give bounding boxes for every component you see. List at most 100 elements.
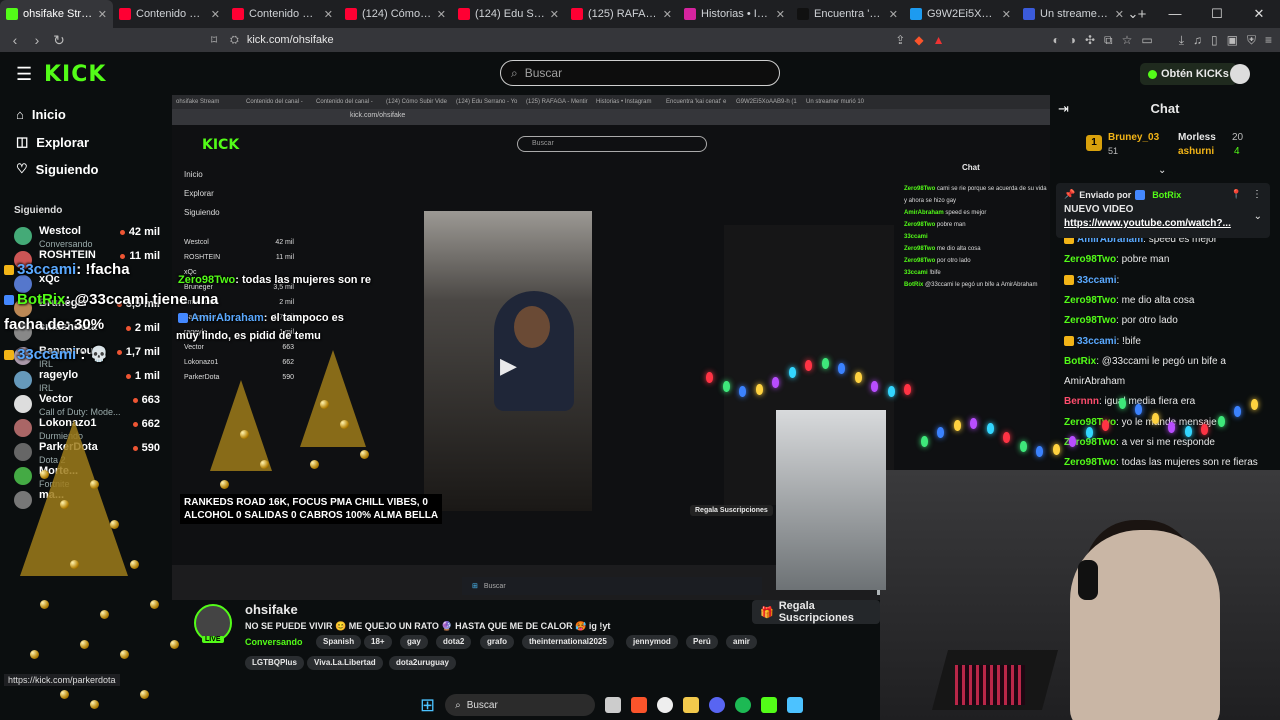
obs-icon[interactable] [657,697,674,713]
stream-tag[interactable]: Spanish [316,635,362,649]
browser-tab[interactable]: ohsifake Stream ✕ [0,0,113,28]
windows-start-icon[interactable]: ⊞ [420,695,435,716]
leader-3-name[interactable]: ashurni [1178,146,1214,157]
close-tab-icon[interactable]: ✕ [324,8,333,21]
spotify-icon[interactable] [735,697,752,713]
chat-message[interactable]: AmirAbraham [1064,376,1274,387]
gift-subs-button[interactable]: 🎁 Regala Suscripciones [752,600,880,624]
chat-username[interactable]: 33ccami [1077,336,1116,347]
browser-tab[interactable]: (124) Cómo Subir Vide ✕ [339,0,452,28]
pinned-link[interactable]: https://www.youtube.com/watch?... [1064,218,1262,229]
close-tab-icon[interactable]: ✕ [211,8,220,21]
chat-message[interactable]: Zero98Two: todas las mujeres son re fier… [1064,457,1274,468]
browser-tab[interactable]: Historias • Instagram ✕ [678,0,791,28]
brave-shield-icon[interactable]: ◆ [914,33,923,47]
close-tab-icon[interactable]: ✕ [437,8,446,21]
chat-message[interactable]: Bernnn: igual media fiera era [1064,396,1274,407]
expand-pinned-icon[interactable]: ⌄ [1254,211,1262,222]
stream-tag[interactable]: dota2uruguay [389,656,456,670]
browser-tab[interactable]: Encuentra 'kai cenat' e ✕ [791,0,904,28]
stream-tag[interactable]: gay [400,635,428,649]
leader-1-name[interactable]: Bruney_03 [1108,132,1159,143]
minimize-button[interactable]: — [1154,0,1196,28]
stream-tag[interactable]: 18+ [364,635,392,649]
chat-username[interactable]: Zero98Two [1064,457,1116,468]
stream-tag[interactable]: theinternational2025 [522,635,614,649]
download-icon[interactable]: ⤓ [1179,33,1184,48]
close-tab-icon[interactable]: ✕ [889,8,898,21]
browser-tab[interactable]: (124) Edu Serrano - Yo ✕ [452,0,565,28]
site-info-icon[interactable]: ⛭ [230,34,239,47]
stream-tag[interactable]: Viva.La.Libertad [307,656,383,670]
share-icon[interactable]: ⇪ [895,33,905,47]
chat-message[interactable]: Zero98Two: por otro lado [1064,315,1274,326]
chat-username[interactable]: Bernnn [1064,396,1099,407]
wallet-icon[interactable]: ▣ [1227,33,1238,47]
chevron-down-icon[interactable]: ⌄ [1158,165,1166,176]
browser-tab[interactable]: (125) RAFAGA - Mentir ✕ [565,0,678,28]
taskbar-search[interactable]: ⌕ Buscar [445,694,596,716]
screen-icon[interactable]: ▭ [1141,33,1152,47]
close-tab-icon[interactable]: ✕ [98,8,107,21]
browser-tab[interactable]: G9W2Ei5XoAAB9-h (1 ✕ [904,0,1017,28]
translate-icon[interactable]: ◑ [1069,33,1076,47]
brave-icon[interactable] [631,697,648,713]
rewards-icon[interactable]: ▲ [933,33,945,47]
chat-message[interactable]: Zero98Two: me dio alta cosa [1064,295,1274,306]
hamburger-menu-icon[interactable]: ☰ [16,64,32,85]
stream-tag[interactable]: dota2 [436,635,472,649]
channel-name[interactable]: ohsifake [245,602,298,617]
close-tab-icon[interactable]: ✕ [1002,8,1011,21]
close-tab-icon[interactable]: ✕ [550,8,559,21]
forward-button[interactable]: › [26,32,48,48]
nav-inicio[interactable]: ⌂ Inicio [16,107,66,122]
unpin-icon[interactable]: 📍 [1231,189,1242,200]
stream-tag[interactable]: Perú [686,635,718,649]
search-input[interactable]: ⌕ Buscar [500,60,780,86]
maximize-button[interactable]: ☐ [1196,0,1238,28]
kick-app-icon[interactable] [761,697,778,713]
chat-username[interactable]: Zero98Two [1064,295,1116,306]
vpn-icon[interactable]: ⛨ [1247,33,1256,48]
stream-tag[interactable]: LGTBQPlus [245,656,304,670]
chat-username[interactable]: Zero98Two [1064,315,1116,326]
browser-tab[interactable]: Contenido del canal - ✕ [113,0,226,28]
sidebar-icon[interactable]: ▯ [1211,33,1218,47]
menu-icon[interactable]: ≡ [1265,33,1272,47]
url-field[interactable]: ⛭ kick.com/ohsifake [230,30,950,50]
chat-username[interactable]: BotRix [1064,356,1096,367]
nav-siguiendo[interactable]: ♡ Siguiendo [16,161,99,177]
chat-username[interactable]: 33ccami [1077,275,1116,286]
chat-message[interactable]: 33ccami: [1064,275,1274,286]
more-options-icon[interactable]: ⋮ [1252,189,1262,200]
extension-icon[interactable]: ◐ [1052,33,1059,47]
task-view-icon[interactable] [605,697,622,713]
browser-tab[interactable]: Contenido del canal - ✕ [226,0,339,28]
back-button[interactable]: ‹ [4,32,26,48]
stream-tag[interactable]: amir [726,635,757,649]
kick-logo[interactable]: KICK [44,62,106,87]
pinned-message[interactable]: 📌 Enviado por BotRix NUEVO VIDEO https:/… [1056,183,1270,238]
discord-icon[interactable] [709,697,726,713]
chat-username[interactable]: Zero98Two [1064,254,1116,265]
notepad-icon[interactable] [787,697,804,713]
bookmark-icon[interactable]: ⌑ [211,33,217,47]
chevron-down-icon[interactable]: ⌄ [1112,0,1154,28]
chat-message[interactable]: 33ccami: !bife [1064,336,1274,347]
user-avatar[interactable] [1230,64,1250,84]
get-kicks-button[interactable]: Obtén KICKs [1140,63,1237,85]
folder-icon[interactable] [683,697,700,713]
puzzle-icon[interactable]: ✣ [1085,33,1095,47]
chat-message[interactable]: BotRix: @33ccami le pegó un bife a [1064,356,1274,367]
chat-message[interactable]: Zero98Two: a ver si me responde [1064,437,1274,448]
star-icon[interactable]: ☆ [1122,33,1133,47]
nav-explorar[interactable]: ◫ Explorar [16,134,89,150]
close-tab-icon[interactable]: ✕ [663,8,672,21]
stream-tag[interactable]: jennymod [626,635,678,649]
leader-2-name[interactable]: Morless [1178,132,1216,143]
music-icon[interactable]: ♫ [1193,33,1202,47]
stream-category[interactable]: Conversando [245,637,303,647]
chat-message[interactable]: Zero98Two: pobre man [1064,254,1274,265]
screenshot-icon[interactable]: ⧉ [1104,33,1113,48]
reload-button[interactable]: ↻ [48,32,70,49]
